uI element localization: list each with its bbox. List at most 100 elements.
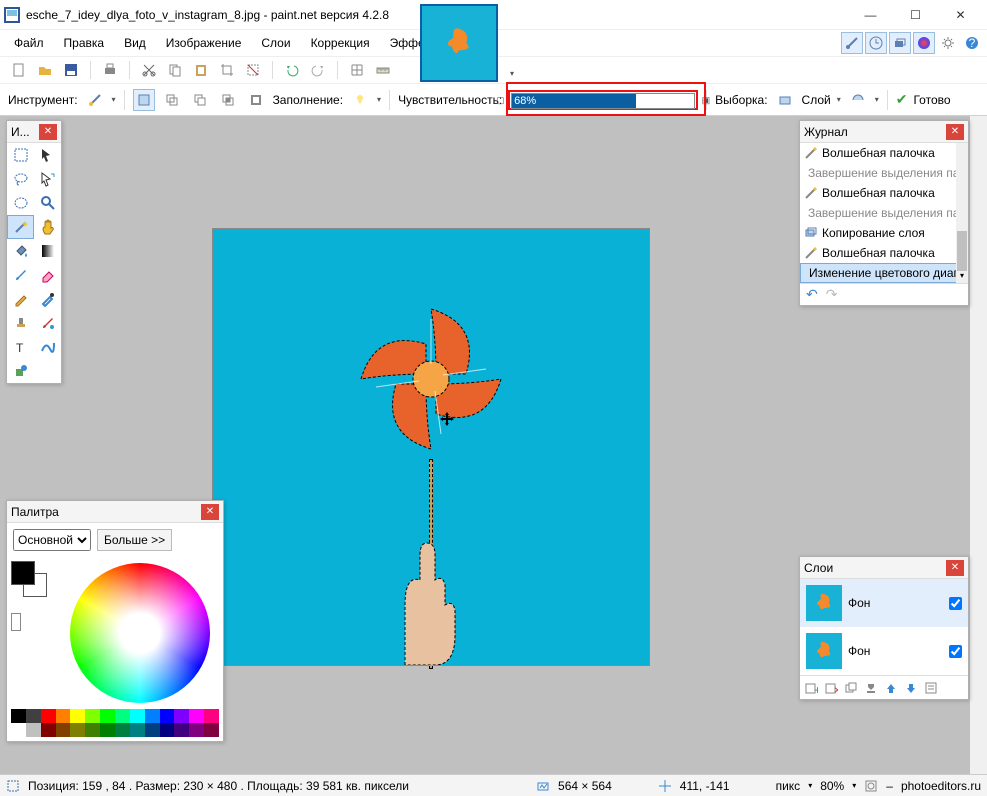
- history-item[interactable]: Завершение выделения палочкой: [800, 163, 968, 183]
- layer-visible-checkbox[interactable]: [949, 645, 962, 658]
- tool-eraser[interactable]: [34, 263, 61, 287]
- tolerance-minus-icon[interactable]: ▢: [496, 95, 505, 106]
- settings-icon[interactable]: [937, 32, 959, 54]
- tool-move-selection[interactable]: [34, 143, 61, 167]
- palette-swatch-row[interactable]: [11, 709, 219, 723]
- commit-check-icon[interactable]: ✔: [896, 91, 908, 108]
- layer-visible-checkbox[interactable]: [949, 597, 962, 610]
- crop-icon[interactable]: [216, 59, 238, 81]
- selmode-add-icon[interactable]: [161, 89, 183, 111]
- menu-layers[interactable]: Слои: [251, 32, 300, 54]
- tool-fill[interactable]: [7, 239, 34, 263]
- primary-color-swatch[interactable]: [11, 561, 35, 585]
- thumbnail-dropdown-icon[interactable]: ▾: [510, 69, 514, 78]
- tool-brush[interactable]: [7, 263, 34, 287]
- tool-clone[interactable]: [7, 311, 34, 335]
- tool-move-pixels[interactable]: [34, 167, 61, 191]
- canvas-image[interactable]: [212, 228, 650, 666]
- palette-close-icon[interactable]: ✕: [201, 504, 219, 520]
- history-item[interactable]: Изменение цветового диапазона: [800, 263, 968, 283]
- floodmode-icon[interactable]: [349, 89, 371, 111]
- tool-lasso-select[interactable]: [7, 167, 34, 191]
- layer-properties-icon[interactable]: [924, 681, 938, 695]
- selection-scope-value[interactable]: Слой: [802, 93, 831, 107]
- tool-color-picker[interactable]: [34, 287, 61, 311]
- toggle-colors-icon[interactable]: [913, 32, 935, 54]
- tool-selector-icon[interactable]: [84, 89, 106, 111]
- layer-duplicate-icon[interactable]: [844, 681, 858, 695]
- color-wheel[interactable]: [70, 563, 210, 703]
- tool-pencil[interactable]: [7, 287, 34, 311]
- tool-recolor[interactable]: [34, 311, 61, 335]
- menu-adjust[interactable]: Коррекция: [301, 32, 380, 54]
- new-file-icon[interactable]: [8, 59, 30, 81]
- tolerance-plus-icon[interactable]: ▣: [702, 95, 711, 106]
- tool-pan[interactable]: [34, 215, 61, 239]
- open-file-icon[interactable]: [34, 59, 56, 81]
- paste-icon[interactable]: [190, 59, 212, 81]
- redo-icon[interactable]: [307, 59, 329, 81]
- image-thumbnail-tab[interactable]: ▾: [420, 4, 498, 82]
- tool-gradient[interactable]: [34, 239, 61, 263]
- grid-icon[interactable]: [346, 59, 368, 81]
- selection-scope-icon[interactable]: [774, 89, 796, 111]
- ruler-icon[interactable]: [372, 59, 394, 81]
- copy-icon[interactable]: [164, 59, 186, 81]
- tool-ellipse-select[interactable]: [7, 191, 34, 215]
- antialias-icon[interactable]: [847, 89, 869, 111]
- deselect-icon[interactable]: [242, 59, 264, 81]
- maximize-button[interactable]: ☐: [893, 1, 938, 29]
- toggle-tools-icon[interactable]: [841, 32, 863, 54]
- history-item[interactable]: Волшебная палочка: [800, 243, 968, 263]
- layers-close-icon[interactable]: ✕: [946, 560, 964, 576]
- menu-view[interactable]: Вид: [114, 32, 156, 54]
- toggle-history-icon[interactable]: [865, 32, 887, 54]
- selmode-replace-icon[interactable]: [133, 89, 155, 111]
- help-icon[interactable]: ?: [961, 32, 983, 54]
- tool-rect-select[interactable]: [7, 143, 34, 167]
- history-item[interactable]: Волшебная палочка: [800, 143, 968, 163]
- minimize-button[interactable]: —: [848, 1, 893, 29]
- cut-icon[interactable]: [138, 59, 160, 81]
- tool-magic-wand[interactable]: [7, 215, 34, 239]
- history-item[interactable]: Завершение выделения палочкой: [800, 203, 968, 223]
- status-units[interactable]: пикс: [776, 779, 801, 793]
- selmode-intersect-icon[interactable]: [217, 89, 239, 111]
- layer-add-icon[interactable]: +: [804, 681, 818, 695]
- history-item[interactable]: Копирование слоя: [800, 223, 968, 243]
- tool-zoom[interactable]: [34, 191, 61, 215]
- layer-delete-icon[interactable]: ×: [824, 681, 838, 695]
- palette-more-button[interactable]: Больше >>: [97, 529, 172, 551]
- layer-item[interactable]: Фон: [800, 627, 968, 675]
- tool-line[interactable]: [34, 335, 61, 359]
- menu-image[interactable]: Изображение: [156, 32, 252, 54]
- layer-up-icon[interactable]: [884, 681, 898, 695]
- history-item[interactable]: Волшебная палочка: [800, 183, 968, 203]
- undo-icon[interactable]: [281, 59, 303, 81]
- selmode-subtract-icon[interactable]: [189, 89, 211, 111]
- tolerance-slider[interactable]: 68%: [511, 93, 695, 109]
- tools-panel-close-icon[interactable]: ✕: [39, 124, 57, 140]
- layer-merge-icon[interactable]: [864, 681, 878, 695]
- history-redo-icon[interactable]: ↷: [826, 286, 838, 303]
- commit-label[interactable]: Готово: [913, 93, 950, 107]
- history-scrollbar[interactable]: ▾: [956, 143, 968, 283]
- color-mode-select[interactable]: Основной: [13, 529, 91, 551]
- layer-down-icon[interactable]: [904, 681, 918, 695]
- vertical-scrollbar[interactable]: [970, 116, 987, 774]
- selmode-invert-icon[interactable]: [245, 89, 267, 111]
- save-icon[interactable]: [60, 59, 82, 81]
- palette-swatch-row[interactable]: [11, 723, 219, 737]
- swap-colors-icon[interactable]: [11, 613, 21, 631]
- status-zoom-fit-icon[interactable]: [864, 779, 878, 793]
- layer-item[interactable]: Фон: [800, 579, 968, 627]
- toggle-layers-icon[interactable]: [889, 32, 911, 54]
- menu-file[interactable]: Файл: [4, 32, 54, 54]
- tool-shapes[interactable]: [7, 359, 34, 383]
- tool-text[interactable]: T: [7, 335, 34, 359]
- menu-edit[interactable]: Правка: [54, 32, 115, 54]
- history-close-icon[interactable]: ✕: [946, 124, 964, 140]
- status-zoom[interactable]: 80%: [820, 779, 844, 793]
- history-undo-icon[interactable]: ↶: [806, 286, 818, 303]
- print-icon[interactable]: [99, 59, 121, 81]
